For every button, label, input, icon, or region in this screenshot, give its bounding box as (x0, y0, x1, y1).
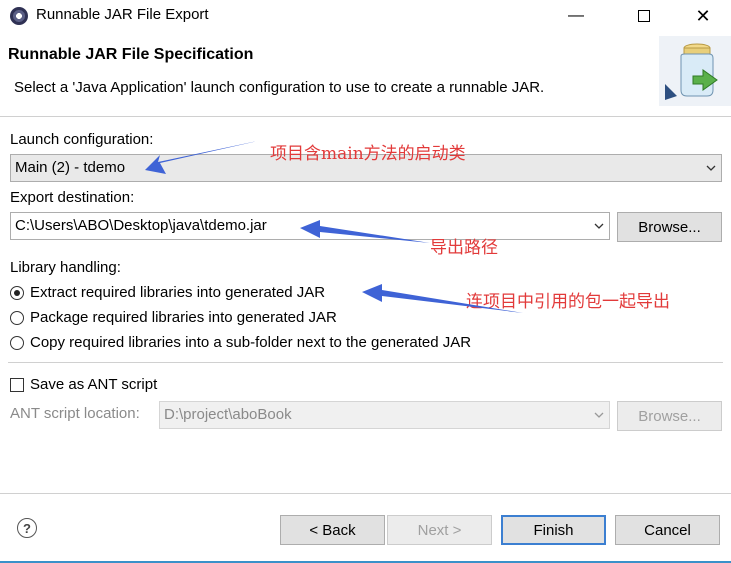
radio-button[interactable] (10, 285, 24, 300)
next-button[interactable]: Next > (387, 515, 492, 545)
minimize-button[interactable]: — (553, 0, 599, 32)
jar-export-icon (659, 36, 731, 106)
launch-config-label: Launch configuration: (10, 131, 154, 148)
ant-browse-button[interactable]: Browse... (617, 401, 722, 431)
ant-location-combo[interactable]: D:\project\aboBook (159, 401, 610, 429)
export-browse-button[interactable]: Browse... (617, 212, 722, 242)
ant-location-value: D:\project\aboBook (164, 406, 292, 423)
annotation-launch: 项目含main方法的启动类 (270, 144, 466, 164)
cancel-button[interactable]: Cancel (615, 515, 720, 545)
footer-separator (0, 493, 731, 494)
radio-selected-dot (14, 289, 20, 296)
save-ant-label: Save as ANT script (30, 376, 158, 393)
eclipse-app-icon (10, 7, 28, 25)
radio-label: Copy required libraries into a sub-folde… (30, 334, 472, 351)
export-destination-label: Export destination: (10, 189, 135, 206)
finish-button[interactable]: Finish (501, 515, 606, 545)
radio-button[interactable] (10, 335, 24, 350)
close-icon: ✕ (695, 5, 711, 26)
maximize-button[interactable] (621, 0, 667, 32)
header-separator (0, 116, 731, 117)
section-separator (8, 362, 723, 363)
window-title: Runnable JAR File Export (36, 6, 209, 23)
export-destination-combo[interactable]: C:\Users\ABO\Desktop\java\tdemo.jar (10, 212, 610, 240)
ant-location-label: ANT script location: (10, 405, 140, 422)
page-title: Runnable JAR File Specification (8, 46, 254, 63)
chevron-down-icon (706, 165, 716, 171)
radio-label: Extract required libraries into generate… (30, 284, 326, 301)
annotation-library: 连项目中引用的包一起导出 (466, 292, 670, 312)
chevron-down-icon (594, 223, 604, 229)
close-button[interactable]: ✕ (680, 0, 726, 32)
export-destination-value: C:\Users\ABO\Desktop\java\tdemo.jar (15, 217, 267, 234)
radio-label: Package required libraries into generate… (30, 309, 337, 326)
radio-button[interactable] (10, 310, 24, 325)
library-handling-label: Library handling: (10, 259, 121, 276)
minimize-icon: — (568, 7, 584, 24)
radio-copy-libraries[interactable]: Copy required libraries into a sub-folde… (10, 334, 471, 351)
annotation-export: 导出路径 (430, 238, 498, 258)
save-ant-checkbox[interactable] (10, 377, 24, 392)
title-bar: Runnable JAR File Export — ✕ (0, 0, 731, 32)
radio-package-libraries[interactable]: Package required libraries into generate… (10, 309, 337, 326)
help-icon[interactable]: ? (17, 518, 37, 538)
radio-extract-libraries[interactable]: Extract required libraries into generate… (10, 284, 325, 301)
save-ant-checkbox-row[interactable]: Save as ANT script (10, 376, 157, 393)
wizard-header: Runnable JAR File Specification Select a… (0, 32, 731, 116)
page-description: Select a 'Java Application' launch confi… (14, 79, 545, 96)
back-button[interactable]: < Back (280, 515, 385, 545)
chevron-down-icon (594, 412, 604, 418)
maximize-icon (638, 10, 650, 22)
launch-config-value: Main (2) - tdemo (15, 159, 126, 176)
